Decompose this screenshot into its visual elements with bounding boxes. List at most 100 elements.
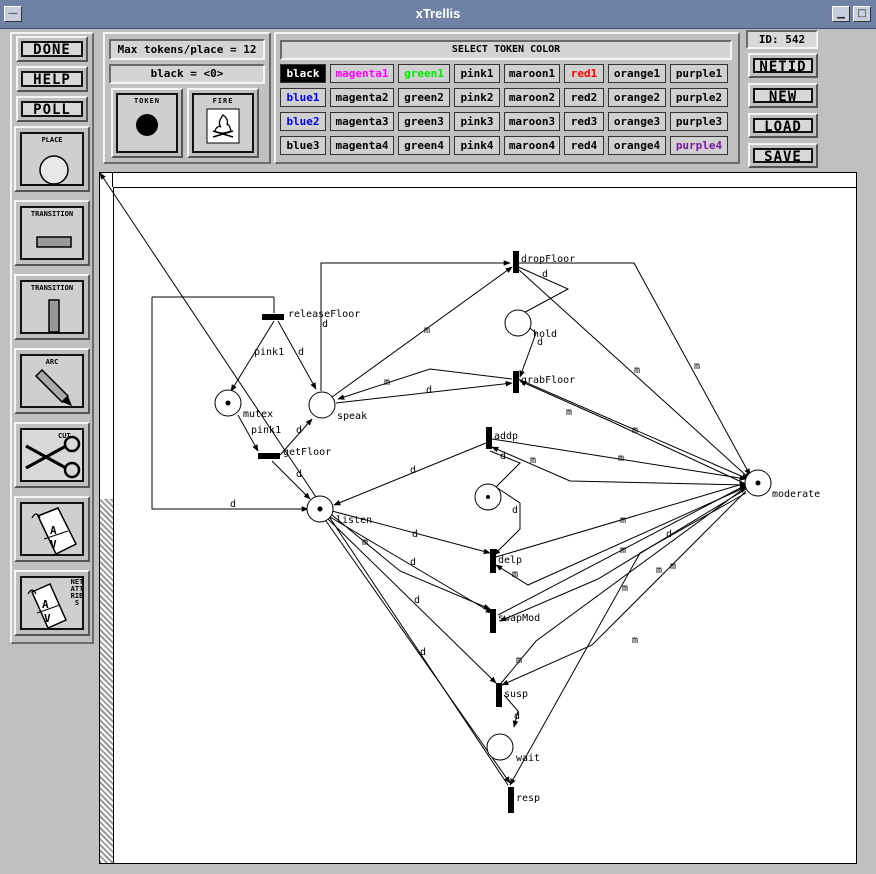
svg-text:d: d [296, 425, 302, 436]
color-red2[interactable]: red2 [564, 88, 604, 107]
net-canvas[interactable]: mutex speak hold listen moderate wait re… [99, 172, 857, 864]
color-black[interactable]: black [280, 64, 326, 83]
net-attribs-label: NET ATTRIBS [70, 578, 84, 607]
arc-labels: pink1 pink1 d d d d d m m d d d m m m m … [230, 269, 700, 722]
color-orange3[interactable]: orange3 [608, 112, 666, 131]
color-green4[interactable]: green4 [398, 136, 450, 155]
help-button[interactable]: HELP [16, 66, 88, 92]
transition-releaseFloor[interactable] [262, 314, 284, 320]
pencil-icon [34, 368, 72, 406]
color-blue2[interactable]: blue2 [280, 112, 326, 131]
color-blue3[interactable]: blue3 [280, 136, 326, 155]
place-hold[interactable] [504, 309, 532, 337]
svg-text:m: m [694, 361, 700, 372]
attribute-tag-icon: A V [31, 507, 78, 556]
transition-addp[interactable] [486, 427, 492, 449]
color-maroon4[interactable]: maroon4 [504, 136, 560, 155]
window-title: xTrellis [415, 6, 461, 21]
svg-text:m: m [620, 515, 626, 526]
svg-text:m: m [620, 545, 626, 556]
place-speak[interactable] [308, 391, 336, 419]
svg-text:pink1: pink1 [254, 347, 284, 358]
cut-tool[interactable]: CUT [14, 422, 90, 488]
maximize-icon[interactable]: □ [853, 6, 871, 22]
net-attributes-tool[interactable]: A V NET ATTRIBS [14, 570, 90, 636]
color-pink2[interactable]: pink2 [454, 88, 500, 107]
color-green3[interactable]: green3 [398, 112, 450, 131]
fire-button[interactable]: FIRE [187, 88, 259, 158]
transition-grabFloor[interactable] [513, 371, 519, 393]
color-red3[interactable]: red3 [564, 112, 604, 131]
transitions [258, 251, 519, 813]
svg-text:m: m [530, 455, 536, 466]
svg-text:m: m [424, 325, 430, 336]
label-getFloor: getFloor [283, 447, 331, 458]
svg-text:d: d [500, 451, 506, 462]
transition-resp[interactable] [508, 787, 514, 813]
fire-icon [206, 108, 240, 144]
load-button[interactable]: LOAD [748, 113, 818, 138]
label-mutex: mutex [243, 409, 273, 420]
transition-swapMod[interactable] [490, 609, 496, 633]
place-tool[interactable]: PLACE [14, 126, 90, 192]
svg-text:m: m [634, 365, 640, 376]
scissors-icon [25, 435, 81, 479]
color-maroon2[interactable]: maroon2 [504, 88, 560, 107]
svg-text:m: m [512, 569, 518, 580]
place-wait[interactable] [486, 733, 514, 761]
label-moderate: moderate [772, 489, 820, 500]
color-orange4[interactable]: orange4 [608, 136, 666, 155]
transition-susp[interactable] [496, 683, 502, 707]
transition-horizontal-tool[interactable]: TRANSITION [14, 200, 90, 266]
color-pink1[interactable]: pink1 [454, 64, 500, 83]
color-purple2[interactable]: purple2 [670, 88, 728, 107]
label-grabFloor: grabFloor [521, 375, 575, 386]
done-button[interactable]: DONE [16, 36, 88, 62]
label-wait: wait [516, 753, 540, 764]
save-button[interactable]: SAVE [748, 143, 818, 168]
color-purple4[interactable]: purple4 [670, 136, 728, 155]
color-green1[interactable]: green1 [398, 64, 450, 83]
color-blue1[interactable]: blue1 [280, 88, 326, 107]
label-addp: addp [494, 431, 518, 442]
new-button[interactable]: NEW [748, 83, 818, 108]
svg-text:V: V [50, 538, 57, 551]
arc-tool[interactable]: ARC [14, 348, 90, 414]
color-green2[interactable]: green2 [398, 88, 450, 107]
poll-button[interactable]: POLL [16, 96, 88, 122]
svg-text:m: m [566, 407, 572, 418]
color-pink4[interactable]: pink4 [454, 136, 500, 155]
color-purple1[interactable]: purple1 [670, 64, 728, 83]
max-tokens-label: Max tokens/place = 12 [109, 39, 265, 60]
transition-getFloor[interactable] [258, 453, 280, 459]
minimize-icon[interactable]: ▁ [832, 6, 850, 22]
color-red1[interactable]: red1 [564, 64, 604, 83]
transition-dropFloor[interactable] [513, 251, 519, 273]
label-resp: resp [516, 793, 540, 804]
svg-text:d: d [298, 347, 304, 358]
attribute-tool[interactable]: A V [14, 496, 90, 562]
color-orange1[interactable]: orange1 [608, 64, 666, 83]
token-button[interactable]: TOKEN [111, 88, 183, 158]
svg-text:m: m [384, 377, 390, 388]
places [214, 309, 772, 761]
color-red4[interactable]: red4 [564, 136, 604, 155]
color-pink3[interactable]: pink3 [454, 112, 500, 131]
color-magenta2[interactable]: magenta2 [330, 88, 394, 107]
color-maroon3[interactable]: maroon3 [504, 112, 560, 131]
color-magenta3[interactable]: magenta3 [330, 112, 394, 131]
svg-text:d: d [410, 465, 416, 476]
svg-text:d: d [296, 469, 302, 480]
title-bar: — xTrellis ▁ □ [0, 0, 876, 29]
svg-text:m: m [618, 453, 624, 464]
svg-text:m: m [516, 655, 522, 666]
svg-text:pink1: pink1 [251, 425, 281, 436]
color-purple3[interactable]: purple3 [670, 112, 728, 131]
color-magenta1[interactable]: magenta1 [330, 64, 394, 83]
color-maroon1[interactable]: maroon1 [504, 64, 560, 83]
netid-button[interactable]: NETID [748, 53, 818, 78]
transition-delp[interactable] [490, 549, 496, 573]
color-magenta4[interactable]: magenta4 [330, 136, 394, 155]
color-orange2[interactable]: orange2 [608, 88, 666, 107]
transition-vertical-tool[interactable]: TRANSITION [14, 274, 90, 340]
